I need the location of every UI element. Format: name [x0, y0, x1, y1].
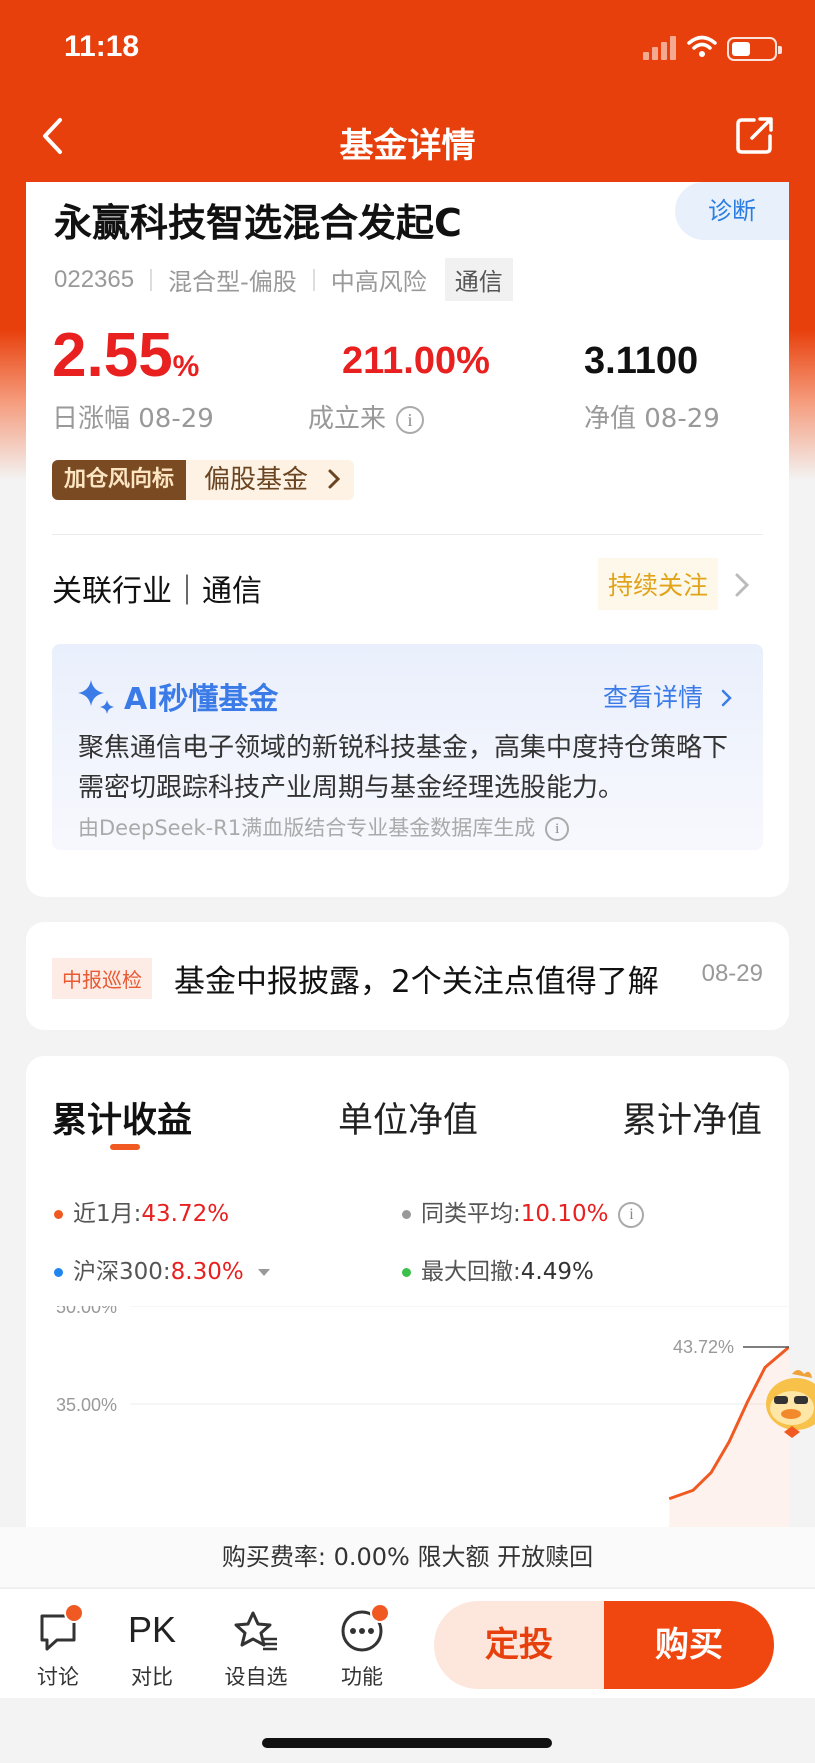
legend-item: 同类平均:10.10% i: [402, 1194, 645, 1228]
add-watchlist-label: 设自选: [224, 1665, 288, 1689]
notification-badge: [370, 1603, 390, 1623]
divider: [52, 534, 763, 535]
tab-cumulative-nav[interactable]: 累计净值: [622, 1092, 762, 1143]
info-icon[interactable]: i: [396, 405, 425, 434]
active-tab-indicator: [110, 1144, 140, 1150]
battery-icon: [727, 37, 782, 61]
daily-change-value: 2.55%: [52, 321, 200, 390]
y-tick-label: 50.00%: [56, 1306, 117, 1317]
ai-summary-source: 由DeepSeek-R1满血版结合专业基金数据库生成 i: [78, 812, 570, 842]
tab-cumulative-return[interactable]: 累计收益: [52, 1092, 192, 1143]
report-date: 08-29: [701, 960, 763, 987]
nav-value: 3.1100: [584, 340, 699, 382]
report-badge: 中报巡检: [52, 958, 152, 999]
status-time: 11:18: [64, 30, 140, 63]
fund-code: 022365: [54, 265, 135, 293]
fund-summary-card: 永赢科技智选混合发起C 诊断 022365 混合型-偏股 中高风险 通信 2.5…: [26, 182, 789, 897]
add-watchlist-button[interactable]: 设自选: [216, 1607, 296, 1691]
tab-unit-nav[interactable]: 单位净值: [338, 1092, 478, 1143]
buy-button[interactable]: 购买: [604, 1601, 774, 1689]
legend-dot: [54, 1210, 63, 1219]
chevron-right-icon: [328, 469, 341, 489]
fund-tag: 通信: [444, 258, 513, 301]
dropdown-icon: [257, 1269, 270, 1276]
home-indicator-area: [0, 1698, 815, 1763]
since-inception-value: 211.00%: [342, 340, 490, 382]
compare-label: 对比: [131, 1665, 173, 1689]
home-indicator[interactable]: [262, 1738, 552, 1748]
functions-button[interactable]: 功能: [322, 1603, 402, 1691]
ai-summary-title: AI秒懂基金: [124, 682, 279, 717]
sip-button[interactable]: 定投: [434, 1601, 604, 1689]
ai-summary-text: 聚焦通信电子领域的新锐科技基金，高集中度持仓策略下需密切跟踪科技产业周期与基金经…: [78, 733, 729, 803]
info-icon[interactable]: i: [545, 817, 570, 841]
performance-card: 累计收益 单位净值 累计净值 近1月:43.72% 同类平均:10.10% i 沪…: [26, 1056, 789, 1536]
legend-item[interactable]: 沪深300:8.30%: [54, 1252, 270, 1286]
share-icon[interactable]: [734, 114, 776, 156]
wifi-icon: [687, 35, 717, 57]
fund-risk: 中高风险: [330, 268, 427, 296]
daily-change-label: 日涨幅 08-29: [52, 404, 214, 434]
discuss-button[interactable]: 讨论: [18, 1603, 98, 1691]
mascot-icon[interactable]: [762, 1366, 815, 1446]
related-industry: 关联行业｜通信: [52, 574, 262, 609]
legend-item: 近1月:43.72%: [54, 1194, 229, 1228]
chevron-right-icon: [721, 689, 732, 707]
pk-icon: PK: [127, 1609, 177, 1650]
meta-divider: [150, 268, 153, 291]
fee-info-bar: 购买费率: 0.00% 限大额 开放赎回: [0, 1527, 815, 1587]
return-chart[interactable]: 50.00% 35.00% 43.72%: [26, 1306, 789, 1536]
y-tick-label: 35.00%: [56, 1395, 117, 1415]
since-inception-label: 成立来 i: [308, 398, 425, 435]
compare-button[interactable]: PK 对比: [112, 1607, 192, 1691]
diagnose-button[interactable]: 诊断: [675, 182, 789, 240]
promo-banner[interactable]: 加仓风向标 偏股基金: [52, 460, 355, 500]
legend-item: 最大回撤:4.49%: [402, 1252, 594, 1286]
promo-badge: 加仓风向标: [52, 460, 187, 500]
fund-name: 永赢科技智选混合发起C: [54, 201, 462, 245]
info-icon[interactable]: i: [618, 1201, 645, 1228]
ai-summary-box[interactable]: AI秒懂基金 查看详情 聚焦通信电子领域的新锐科技基金，高集中度持仓策略下需密切…: [52, 644, 763, 850]
ai-summary-more-link[interactable]: 查看详情: [603, 678, 733, 714]
discuss-label: 讨论: [37, 1665, 79, 1689]
end-value-label: 43.72%: [673, 1337, 734, 1357]
fund-meta: 022365 混合型-偏股 中高风险 通信: [54, 258, 513, 301]
notification-badge: [64, 1603, 84, 1623]
promo-text: 偏股基金: [186, 460, 355, 500]
legend-dot: [402, 1210, 411, 1219]
report-card[interactable]: 中报巡检 基金中报披露，2个关注点值得了解 08-29: [26, 922, 789, 1030]
page-title: 基金详情: [339, 126, 476, 166]
performance-tabs: 累计收益 单位净值 累计净值: [26, 1092, 789, 1152]
bottom-action-bar: 讨论 PK 对比 设自选 功能 定投 购买: [0, 1588, 815, 1698]
legend-dot: [54, 1268, 63, 1277]
star-add-icon: [234, 1611, 277, 1651]
meta-divider: [312, 268, 315, 291]
nav-label: 净值 08-29: [584, 404, 720, 434]
report-headline: 基金中报披露，2个关注点值得了解: [174, 964, 659, 1000]
nav-bar: 基金详情: [0, 100, 815, 180]
follow-button[interactable]: 持续关注: [598, 558, 719, 610]
fund-type: 混合型-偏股: [168, 268, 297, 296]
signal-icon: [643, 36, 679, 60]
chevron-right-icon[interactable]: [734, 572, 750, 598]
legend-dot: [402, 1268, 411, 1277]
status-bar: 11:18: [0, 0, 815, 100]
sparkle-icon: [78, 680, 114, 714]
functions-label: 功能: [341, 1665, 383, 1689]
